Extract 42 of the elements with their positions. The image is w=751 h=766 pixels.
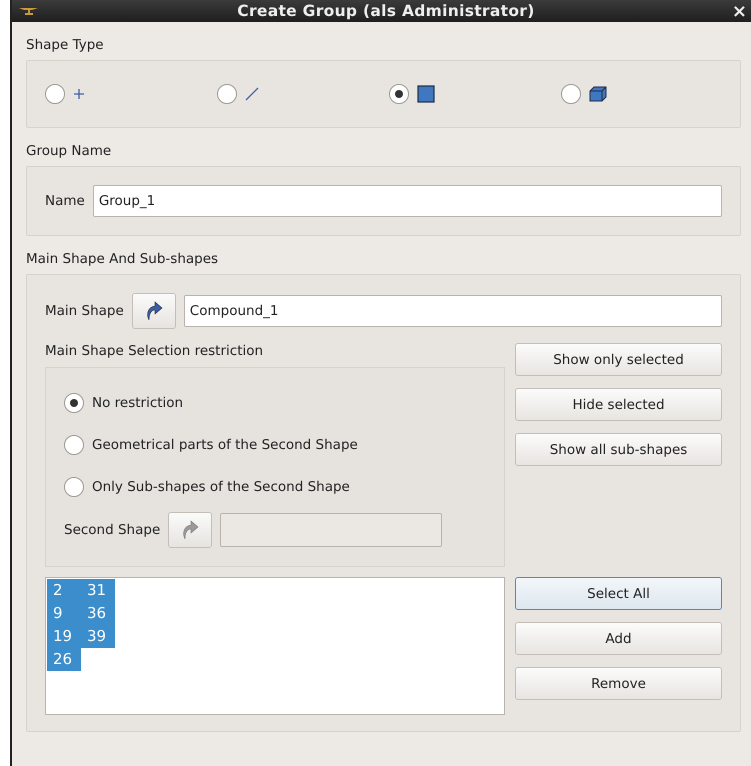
list-item[interactable]: 9 xyxy=(47,602,81,625)
list-item[interactable]: 2 xyxy=(47,579,81,602)
list-item[interactable]: 36 xyxy=(81,602,115,625)
list-item[interactable]: 26 xyxy=(47,648,81,671)
radio-button[interactable] xyxy=(217,84,237,104)
action-button[interactable]: Select All xyxy=(515,577,722,610)
action-button[interactable]: Add xyxy=(515,622,722,655)
field-label: Main Shape xyxy=(45,303,124,319)
name-field[interactable]: Group_1 xyxy=(92,185,722,217)
radio-label: Only Sub-shapes of the Second Shape xyxy=(92,479,350,495)
select-button[interactable] xyxy=(132,293,176,329)
group-label: Main Shape And Sub-shapes xyxy=(26,251,218,267)
radio-button[interactable] xyxy=(64,393,84,413)
radio-label: Geometrical parts of the Second Shape xyxy=(92,437,358,453)
field-label: Second Shape xyxy=(64,522,160,538)
lamp-icon xyxy=(18,6,40,16)
radio-button[interactable] xyxy=(64,435,84,455)
list-item[interactable]: 19 xyxy=(47,625,81,648)
radio-button[interactable] xyxy=(45,84,65,104)
list-item[interactable]: 39 xyxy=(81,625,115,648)
action-button[interactable]: Remove xyxy=(515,667,722,700)
radio-button[interactable] xyxy=(64,477,84,497)
main-shape-field[interactable]: Compound_1 xyxy=(184,295,722,327)
line-icon xyxy=(245,87,259,101)
radio-button[interactable] xyxy=(389,84,409,104)
field-label: Name xyxy=(45,193,85,209)
section-label: Main Shape Selection restriction xyxy=(45,343,264,359)
cube-icon xyxy=(589,85,607,103)
window-title: Create Group (als Administrator) xyxy=(236,2,536,20)
arrow-icon xyxy=(144,300,163,322)
action-button[interactable]: Hide selected xyxy=(515,388,722,421)
plus-icon xyxy=(73,88,85,100)
arrow-icon xyxy=(181,519,200,541)
action-button[interactable]: Show all sub-shapes xyxy=(515,433,722,466)
group-label: Shape Type xyxy=(26,37,104,53)
radio-button[interactable] xyxy=(561,84,581,104)
radio-label: No restriction xyxy=(92,395,184,411)
list-item[interactable]: 31 xyxy=(81,579,115,602)
group-label: Group Name xyxy=(26,143,112,159)
square-icon xyxy=(417,85,435,103)
action-button[interactable]: Show only selected xyxy=(515,343,722,376)
close-button[interactable]: × xyxy=(732,0,751,22)
